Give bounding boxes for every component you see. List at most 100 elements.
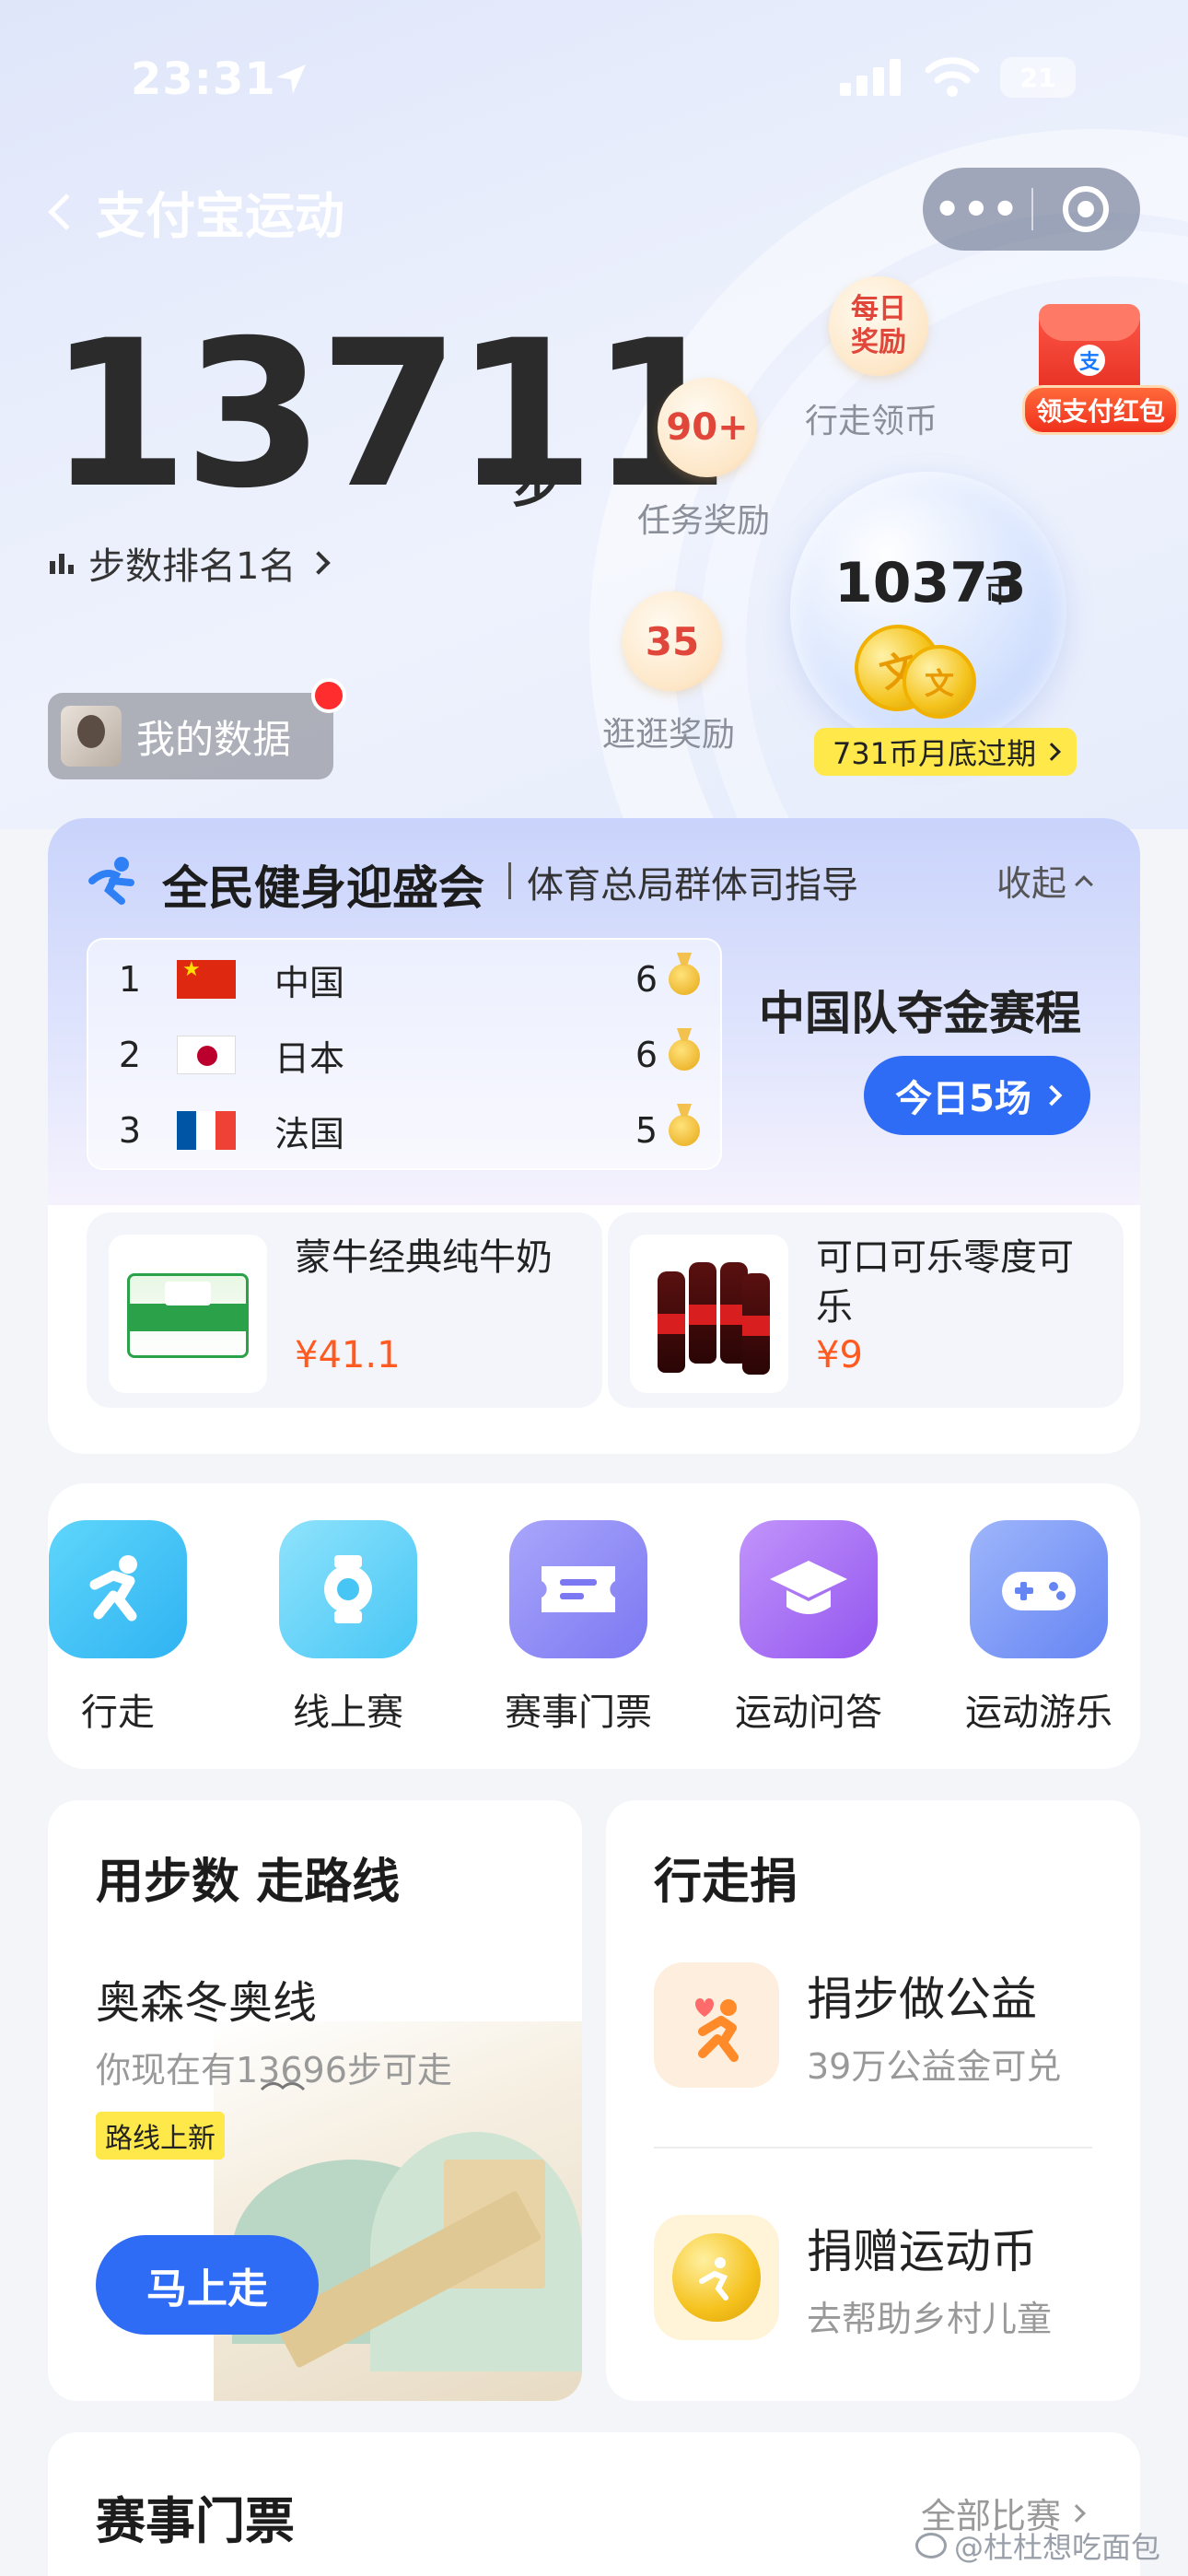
task-reward-label: 任务奖励 (637, 502, 771, 540)
step-unit: 步 (512, 456, 562, 514)
step-count: 13711 (48, 297, 730, 533)
location-arrow-icon (273, 61, 309, 101)
shortcut-tickets[interactable]: 赛事门票 (486, 1520, 670, 1736)
product-card[interactable]: 可口可乐零度可乐 ¥9 (608, 1212, 1124, 1408)
coin-icon: 文 (903, 645, 976, 719)
walk-icon (49, 1520, 187, 1658)
donate-steps-desc: 39万公益金可兑 (807, 2046, 1062, 2087)
chevron-right-icon (1042, 743, 1061, 761)
route-card[interactable]: 用步数 走路线 奥森冬奥线 你现在有13696步可走 路线上新 马上走 (48, 1800, 582, 2401)
weibo-logo-icon (915, 2533, 947, 2558)
browse-reward-bubble[interactable]: 35 (623, 591, 722, 691)
shortcut-label: 运动问答 (735, 1692, 882, 1734)
divider (654, 2147, 1092, 2149)
task-reward-bubble[interactable]: 90+ (658, 378, 757, 477)
medal-rank: 3 (118, 1110, 142, 1151)
step-rank-label: 步数排名1名 (88, 545, 297, 588)
notification-dot (311, 678, 346, 713)
battery-indicator: 21 (1000, 57, 1076, 98)
japan-flag-icon (177, 1036, 236, 1074)
daily-reward-label: 行走领币 (805, 403, 938, 440)
tickets-title: 赛事门票 (96, 2492, 295, 2550)
back-button[interactable]: 支付宝运动 (48, 175, 344, 248)
my-data-label: 我的数据 (136, 716, 292, 762)
wifi-icon (925, 57, 980, 97)
medal-table[interactable]: 1 中国 6 2 日本 6 3 法国 5 (87, 938, 722, 1170)
gold-medal-icon (669, 964, 700, 995)
route-title: 用步数 走路线 (96, 1855, 401, 1910)
more-button[interactable]: ••• (923, 188, 1031, 230)
shortcut-label: 线上赛 (293, 1692, 403, 1734)
france-flag-icon (177, 1111, 236, 1150)
schedule-title: 中国队夺金赛程 (759, 987, 1081, 1040)
gold-coin-icon[interactable] (654, 2215, 779, 2340)
coin-expire-notice[interactable]: 731币月底过期 (814, 728, 1077, 776)
event-title: 全民健身迎盛会 (162, 861, 484, 915)
watch-icon (279, 1520, 417, 1658)
country-name: 中国 (274, 962, 345, 1003)
coin-unit: 币 (984, 572, 1018, 610)
shortcut-online-race[interactable]: 线上赛 (256, 1520, 440, 1736)
daily-reward-bubble[interactable]: 每日 奖励 (829, 276, 928, 376)
collapse-label: 收起 (996, 863, 1067, 904)
product-name: 可口可乐零度可乐 (816, 1236, 1074, 1329)
today-schedule-label: 今日5场 (895, 1078, 1031, 1120)
status-indicators: 21 (840, 57, 1076, 98)
shortcut-quiz[interactable]: 运动问答 (716, 1520, 901, 1736)
browse-reward-label: 逛逛奖励 (602, 716, 736, 754)
milk-box-icon (127, 1273, 249, 1358)
step-rank-link[interactable]: 步数排名1名 (50, 536, 332, 590)
product-price: ¥41.1 (295, 1334, 401, 1376)
product-name: 蒙牛经典纯牛奶 (295, 1236, 553, 1279)
route-desc: 你现在有13696步可走 (96, 2050, 452, 2090)
capsule-divider (1031, 188, 1033, 230)
country-name: 日本 (274, 1037, 345, 1079)
donate-coins-title[interactable]: 捐赠运动币 (807, 2215, 1037, 2281)
gold-count: 6 (635, 959, 658, 1000)
donate-card: 行走捐 捐步做公益 39万公益金可兑 捐赠运动币 去帮助乡村儿童 (606, 1800, 1140, 2401)
chevron-left-icon (48, 193, 85, 230)
chevron-right-icon (307, 551, 332, 575)
shortcut-label: 行走 (81, 1692, 155, 1734)
shortcut-games[interactable]: 运动游乐 (947, 1520, 1131, 1736)
donate-steps-title[interactable]: 捐步做公益 (807, 1962, 1037, 2029)
medal-rank: 2 (118, 1035, 142, 1075)
event-card: 全民健身迎盛会 体育总局群体司指导 收起 1 中国 6 2 日本 6 3 法国 … (48, 818, 1140, 1454)
bar-chart-icon (50, 552, 74, 574)
shortcut-grid: 行走 线上赛 赛事门票 运动问答 运动游乐 (48, 1483, 1140, 1769)
red-envelope-label[interactable]: 领支付红包 (1022, 385, 1180, 435)
gold-medal-icon (669, 1039, 700, 1071)
medal-row: 1 中国 6 (88, 942, 720, 1017)
start-walk-button[interactable]: 马上走 (96, 2235, 319, 2335)
signal-icon (840, 59, 901, 96)
collapse-button[interactable]: 收起 (996, 855, 1093, 906)
china-flag-icon (177, 960, 236, 999)
watermark: @杜杜想吃面包 (915, 2524, 1160, 2567)
medal-row: 3 法国 5 (88, 1093, 720, 1168)
today-schedule-button[interactable]: 今日5场 (864, 1056, 1090, 1135)
country-name: 法国 (274, 1113, 345, 1154)
red-envelope-flap (1039, 304, 1140, 341)
medal-rank: 1 (118, 959, 142, 1000)
coin-expire-label: 731币月底过期 (833, 736, 1037, 771)
watermark-text: @杜杜想吃面包 (954, 2530, 1161, 2565)
status-time: 23:31 (131, 53, 276, 105)
miniapp-capsule[interactable]: ••• (923, 168, 1140, 251)
shortcut-walk[interactable]: 行走 (48, 1520, 210, 1736)
medal-row: 2 日本 6 (88, 1017, 720, 1093)
cola-bottle-icon (689, 1262, 716, 1364)
alipay-logo-icon: 支 (1074, 345, 1105, 376)
gold-medal-icon (669, 1115, 700, 1146)
event-subtitle: 体育总局群体司指导 (527, 864, 858, 907)
charity-runner-icon[interactable] (654, 1962, 779, 2088)
gold-count: 6 (635, 1035, 658, 1075)
route-new-tag: 路线上新 (96, 2112, 225, 2160)
product-card[interactable]: 蒙牛经典纯牛奶 ¥41.1 (87, 1212, 602, 1408)
chevron-right-icon (1041, 1084, 1063, 1107)
my-data-button[interactable]: 我的数据 (48, 693, 333, 779)
route-name: 奥森冬奥线 (96, 1977, 318, 2029)
page-title: 支付宝运动 (96, 187, 344, 245)
fitness-logo-icon (88, 857, 134, 905)
close-miniapp-icon[interactable] (1063, 186, 1109, 232)
gamepad-icon (970, 1520, 1108, 1658)
